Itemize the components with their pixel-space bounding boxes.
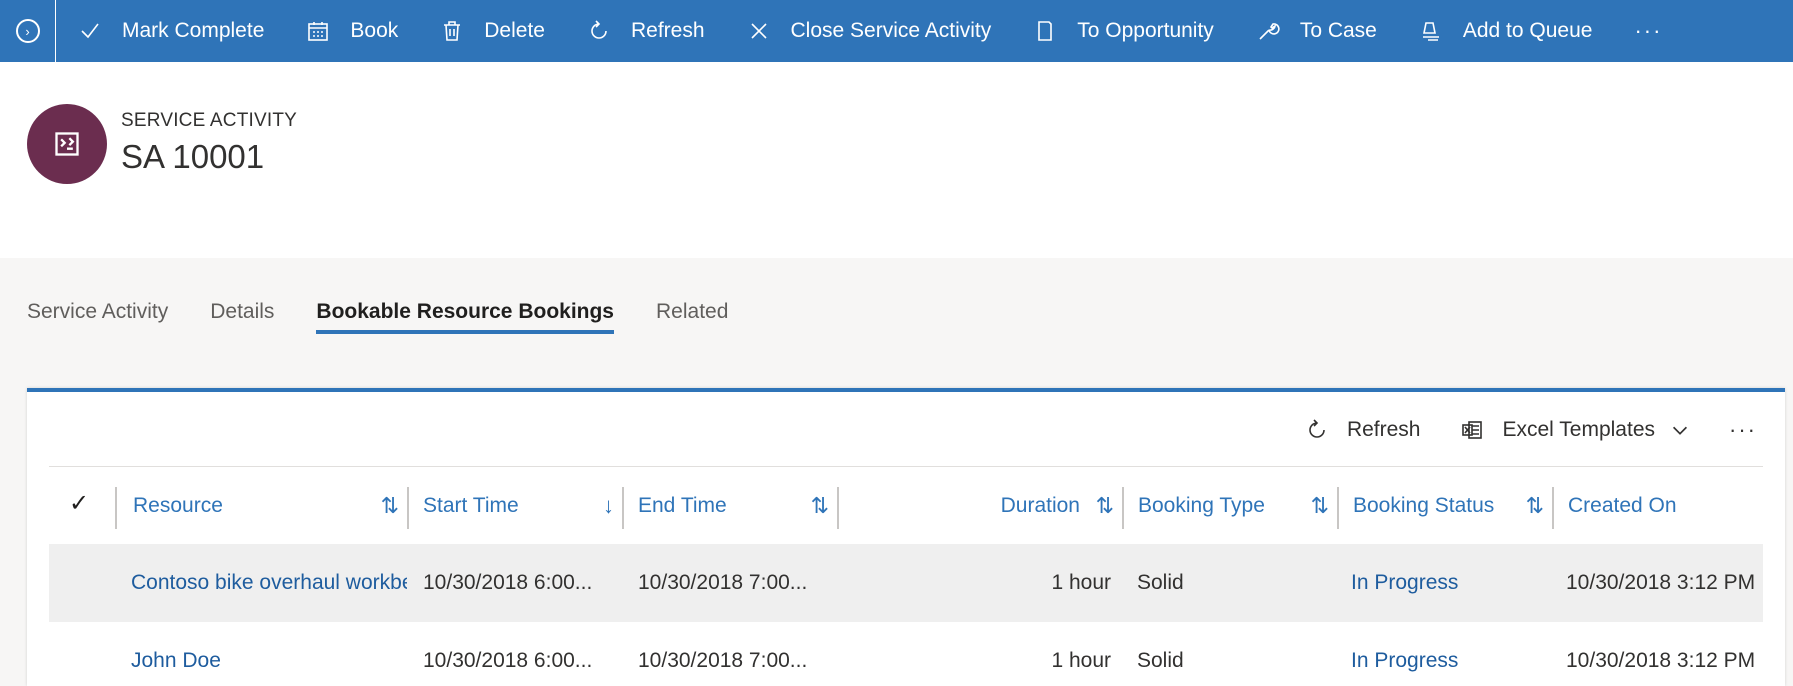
delete-button[interactable]: Delete <box>418 0 565 62</box>
refresh-icon <box>1303 416 1331 444</box>
record-header: SERVICE ACTIVITY SA 10001 <box>0 62 1793 258</box>
column-label: Start Time <box>423 494 519 517</box>
grid-header-row: ✓ Resource ⇅ Start Time ↓ End Time ⇅ Dur… <box>49 466 1763 544</box>
book-label: Book <box>350 19 399 42</box>
add-to-queue-button[interactable]: Add to Queue <box>1397 0 1613 62</box>
tab-details[interactable]: Details <box>210 300 274 334</box>
start-time-cell: 10/30/2018 6:00... <box>423 649 593 672</box>
grid-more-button[interactable]: ··· <box>1729 417 1757 443</box>
created-on-cell: 10/30/2018 3:12 PM <box>1566 649 1756 672</box>
booking-status-link[interactable]: In Progress <box>1351 544 1551 622</box>
wrench-icon <box>1254 17 1282 45</box>
chevron-down-icon <box>1669 419 1691 441</box>
column-label: Booking Status <box>1353 494 1495 517</box>
to-opportunity-label: To Opportunity <box>1077 19 1214 42</box>
bookings-grid-panel: Refresh Excel Templates ··· ✓ Resource ⇅… <box>27 388 1785 686</box>
duration-cell: 1 hour <box>1051 649 1111 672</box>
excel-templates-button[interactable]: Excel Templates <box>1458 416 1691 444</box>
created-on-cell: 10/30/2018 3:12 PM <box>1566 571 1756 594</box>
table-row[interactable]: John Doe 10/30/2018 6:00... 10/30/2018 7… <box>49 622 1763 686</box>
sort-icon: ⇅ <box>380 493 399 518</box>
nav-expand-button[interactable]: › <box>0 0 56 62</box>
column-header-start-time[interactable]: Start Time ↓ <box>409 467 624 545</box>
refresh-button[interactable]: Refresh <box>565 0 725 62</box>
mark-complete-label: Mark Complete <box>122 19 265 42</box>
book-button[interactable]: Book <box>284 0 418 62</box>
column-separator <box>115 487 117 529</box>
to-opportunity-button[interactable]: To Opportunity <box>1011 0 1234 62</box>
column-label: Duration <box>1000 494 1080 517</box>
command-bar: › Mark Complete Book Delete Refresh Clos… <box>0 0 1793 62</box>
column-header-duration[interactable]: Duration ⇅ <box>839 467 1124 545</box>
select-all-checkmark[interactable]: ✓ <box>69 489 89 518</box>
column-label: Resource <box>133 494 223 517</box>
close-service-activity-label: Close Service Activity <box>790 19 992 42</box>
refresh-label: Refresh <box>630 19 705 42</box>
column-header-created-on[interactable]: Created On <box>1554 467 1763 545</box>
tab-service-activity[interactable]: Service Activity <box>27 300 168 334</box>
column-header-booking-status[interactable]: Booking Status ⇅ <box>1339 467 1554 545</box>
queue-icon <box>1417 17 1445 45</box>
sort-icon: ⇅ <box>1310 493 1329 518</box>
booking-status-link[interactable]: In Progress <box>1351 622 1551 686</box>
to-case-label: To Case <box>1299 19 1377 42</box>
sort-icon: ⇅ <box>1095 493 1114 518</box>
sort-descending-icon: ↓ <box>603 493 614 518</box>
document-icon <box>1031 17 1059 45</box>
start-time-cell: 10/30/2018 6:00... <box>423 571 593 594</box>
column-header-end-time[interactable]: End Time ⇅ <box>624 467 839 545</box>
tab-related[interactable]: Related <box>656 300 728 334</box>
close-icon <box>745 17 773 45</box>
record-title: SA 10001 <box>121 138 265 175</box>
sort-icon: ⇅ <box>810 493 829 518</box>
column-label: End Time <box>638 494 727 517</box>
column-label: Booking Type <box>1138 494 1265 517</box>
mark-complete-button[interactable]: Mark Complete <box>56 0 284 62</box>
to-case-button[interactable]: To Case <box>1234 0 1397 62</box>
sort-icon: ⇅ <box>1525 493 1544 518</box>
entity-type-label: SERVICE ACTIVITY <box>121 110 298 131</box>
table-row[interactable]: Contoso bike overhaul workbe 10/30/2018 … <box>49 544 1763 622</box>
add-to-queue-label: Add to Queue <box>1462 19 1593 42</box>
end-time-cell: 10/30/2018 7:00... <box>638 649 808 672</box>
column-header-resource[interactable]: Resource ⇅ <box>119 467 409 545</box>
delete-label: Delete <box>484 19 545 42</box>
chevron-right-icon: › <box>15 19 40 43</box>
column-label: Created On <box>1568 494 1677 517</box>
column-header-booking-type[interactable]: Booking Type ⇅ <box>1124 467 1339 545</box>
resource-link[interactable]: John Doe <box>131 622 407 686</box>
checkmark-icon <box>76 17 104 45</box>
booking-type-cell: Solid <box>1137 649 1184 672</box>
excel-templates-label: Excel Templates <box>1502 418 1656 441</box>
bookings-grid: ✓ Resource ⇅ Start Time ↓ End Time ⇅ Dur… <box>49 466 1763 672</box>
tab-bookable-resource-bookings[interactable]: Bookable Resource Bookings <box>316 300 614 334</box>
grid-refresh-label: Refresh <box>1346 418 1421 441</box>
calendar-icon <box>304 17 332 45</box>
tab-list: Service Activity Details Bookable Resour… <box>27 300 770 334</box>
more-commands-button[interactable]: ··· <box>1612 0 1684 62</box>
grid-toolbar: Refresh Excel Templates ··· <box>1265 416 1757 444</box>
trash-icon <box>438 17 466 45</box>
service-activity-icon <box>27 104 107 184</box>
duration-cell: 1 hour <box>1051 571 1111 594</box>
end-time-cell: 10/30/2018 7:00... <box>638 571 808 594</box>
resource-link[interactable]: Contoso bike overhaul workbe <box>131 544 407 622</box>
booking-type-cell: Solid <box>1137 571 1184 594</box>
excel-icon <box>1458 416 1486 444</box>
refresh-icon <box>585 17 613 45</box>
close-service-activity-button[interactable]: Close Service Activity <box>725 0 1012 62</box>
grid-refresh-button[interactable]: Refresh <box>1303 416 1421 444</box>
